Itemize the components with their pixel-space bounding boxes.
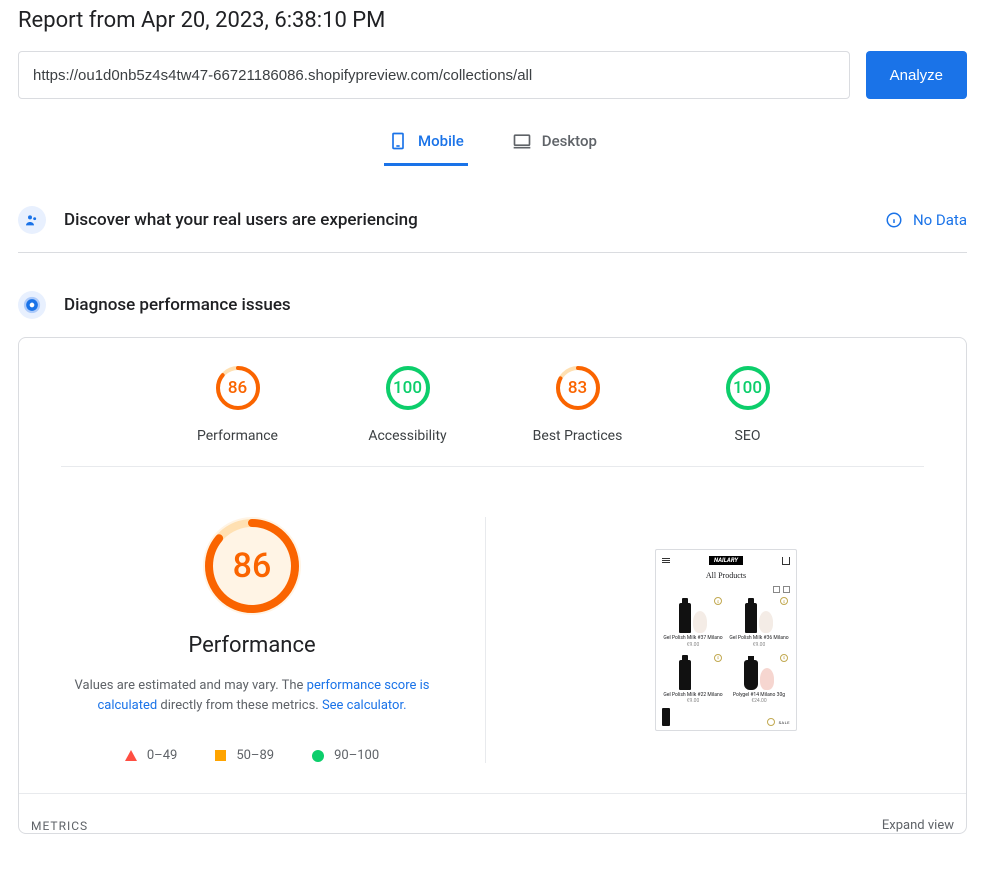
score-accessibility-value: 100 [384,364,432,412]
diagnose-section-head: Diagnose performance issues [18,253,967,337]
users-icon [18,206,46,234]
mobile-icon [388,131,408,151]
expand-view-link[interactable]: Expand view [882,818,954,833]
report-title: Report from Apr 20, 2023, 6:38:10 PM [18,8,967,33]
legend-fail-range: 0–49 [147,748,177,763]
metrics-label: METRICS [31,819,88,833]
analyze-button[interactable]: Analyze [866,51,967,99]
gauge-best-practices: 83 [554,364,602,412]
preview-logo: NAILARY [709,556,743,565]
legend-average-range: 50–89 [236,748,274,763]
preview-product-2: $ Gel Polish Milk #36 Milano €9.00 [728,597,790,648]
legend-fail-icon [125,750,137,761]
gauge-performance: 86 [214,364,262,412]
see-calculator-link[interactable]: See calculator. [322,698,407,713]
score-seo-value: 100 [724,364,772,412]
page-preview: NAILARY All Products $ Gel Polish Milk #… [655,549,797,731]
performance-description: Values are estimated and may vary. The p… [52,676,452,716]
legend-average-icon [215,750,226,761]
main-gauge: 86 [203,517,301,615]
score-performance-label: Performance [197,428,278,444]
tab-desktop[interactable]: Desktop [508,123,601,166]
preview-product-1: $ Gel Polish Milk #37 Milano €9.00 [662,597,724,648]
tab-desktop-label: Desktop [542,132,597,150]
performance-detail: 86 Performance Values are estimated and … [19,467,966,793]
speedometer-icon [18,291,46,319]
score-performance-value: 86 [214,364,262,412]
url-input[interactable] [18,51,850,99]
discover-section-head: Discover what your real users are experi… [18,196,967,253]
preview-product-3: $ Gel Polish Milk #22 Milano €9.00 [662,654,724,705]
gauge-seo: 100 [724,364,772,412]
desktop-icon [512,131,532,151]
score-accessibility[interactable]: 100 Accessibility [358,364,458,444]
preview-menu-icon [662,558,670,563]
info-icon [885,211,903,229]
report-card: 86 Performance 100 Accessibility 83 Best… [18,337,967,834]
scores-row: 86 Performance 100 Accessibility 83 Best… [61,360,924,467]
score-seo-label: SEO [735,428,761,444]
score-best-practices-value: 83 [554,364,602,412]
tab-mobile[interactable]: Mobile [384,123,468,166]
score-legend: 0–49 50–89 90–100 [125,748,379,763]
preview-cart-icon [782,557,790,565]
score-accessibility-label: Accessibility [368,428,446,444]
performance-heading: Performance [188,633,315,658]
score-performance[interactable]: 86 Performance [188,364,288,444]
score-best-practices[interactable]: 83 Best Practices [528,364,628,444]
tab-mobile-label: Mobile [418,132,464,150]
device-tabs: Mobile Desktop [18,123,967,166]
url-row: Analyze [18,51,967,99]
preview-product-4: $ Polygel #14 Milano 30g €24.00 [728,654,790,705]
metrics-header: METRICS Expand view [19,793,966,833]
legend-pass-icon [312,750,324,762]
score-seo[interactable]: 100 SEO [698,364,798,444]
score-best-practices-label: Best Practices [533,428,623,444]
nodata-link[interactable]: No Data [885,211,967,229]
gauge-accessibility: 100 [384,364,432,412]
diagnose-title: Diagnose performance issues [64,295,291,315]
nodata-text: No Data [913,211,967,229]
legend-pass-range: 90–100 [334,748,379,763]
preview-page-title: All Products [662,571,790,580]
discover-title: Discover what your real users are experi… [64,210,867,230]
main-gauge-value: 86 [203,517,301,615]
